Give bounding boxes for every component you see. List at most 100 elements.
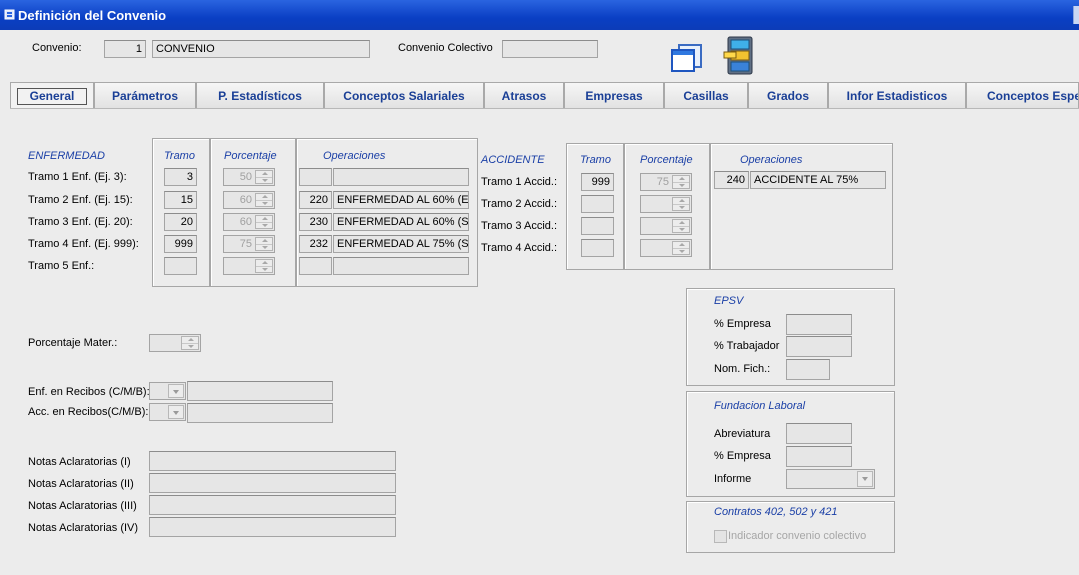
notas-field[interactable] [149, 517, 396, 537]
spinner-arrows-icon[interactable] [255, 259, 273, 273]
porcentaje-mater-spinner[interactable] [149, 334, 201, 352]
enf-tramo-field[interactable]: 20 [164, 213, 197, 231]
enf-row-label: Tramo 1 Enf. (Ej. 3): [28, 171, 127, 183]
tab-p-estadisticos[interactable]: P. Estadísticos [196, 82, 324, 108]
enf-tramo-field[interactable]: 3 [164, 168, 197, 186]
enf-row-label: Tramo 3 Enf. (Ej. 20): [28, 216, 133, 228]
epsv-trabajador-label: % Trabajador [714, 340, 780, 352]
epsv-empresa-label: % Empresa [714, 318, 771, 330]
notas-field[interactable] [149, 451, 396, 471]
fundacion-abrev-label: Abreviatura [714, 428, 771, 440]
enf-operaciones-header: Operaciones [323, 150, 386, 162]
indicador-convenio-checkbox[interactable] [714, 530, 727, 543]
enf-op-code-field[interactable]: 220 [299, 191, 332, 209]
fundacion-informe-label: Informe [714, 473, 752, 485]
acc-op-code-field[interactable]: 240 [714, 171, 749, 189]
spinner-arrows-icon[interactable] [255, 170, 273, 184]
acc-pct-spinner[interactable]: 75 [640, 173, 692, 191]
notas-label: Notas Aclaratorias (III) [28, 500, 137, 512]
notas-field[interactable] [149, 495, 396, 515]
spinner-arrows-icon[interactable] [672, 219, 690, 233]
enf-pct-spinner[interactable]: 60 [223, 213, 275, 231]
enf-porcentaje-header: Porcentaje [224, 150, 277, 162]
acc-pct-spinner[interactable] [640, 239, 692, 257]
spinner-arrows-icon[interactable] [181, 336, 199, 350]
enf-op-code-field[interactable] [299, 257, 332, 275]
epsv-heading: EPSV [714, 295, 744, 307]
enf-op-desc-field[interactable]: ENFERMEDAD AL 75% (S.S [333, 235, 469, 253]
fundacion-empresa-field[interactable] [786, 446, 852, 467]
tab-grados[interactable]: Grados [748, 82, 828, 108]
filing-cabinet-icon[interactable] [722, 34, 758, 76]
tab-general[interactable]: General [10, 82, 94, 108]
chevron-down-icon[interactable] [857, 471, 873, 487]
epsv-fich-field[interactable] [786, 359, 830, 380]
enf-recibos-desc-field[interactable] [187, 381, 333, 401]
enf-op-code-field[interactable]: 230 [299, 213, 332, 231]
acc-recibos-combo[interactable] [149, 403, 186, 421]
window-control[interactable] [1073, 6, 1079, 24]
convenio-number-field[interactable]: 1 [104, 40, 146, 58]
enfermedad-heading: ENFERMEDAD [28, 150, 106, 162]
convenio-name-field[interactable]: CONVENIO [152, 40, 370, 58]
enf-recibos-combo[interactable] [149, 382, 186, 400]
tab-atrasos[interactable]: Atrasos [484, 82, 564, 108]
fundacion-abrev-field[interactable] [786, 423, 852, 444]
spinner-arrows-icon[interactable] [255, 237, 273, 251]
fundacion-informe-combo[interactable] [786, 469, 875, 489]
spinner-arrows-icon[interactable] [255, 215, 273, 229]
acc-tramo-field[interactable]: 999 [581, 173, 614, 191]
contratos-heading: Contratos 402, 502 y 421 [714, 506, 838, 518]
convenio-label: Convenio: [32, 42, 82, 54]
spinner-arrows-icon[interactable] [672, 241, 690, 255]
chevron-down-icon[interactable] [168, 384, 184, 398]
tab-infor-estadisticos[interactable]: Infor Estadisticos [828, 82, 966, 108]
enf-pct-spinner[interactable] [223, 257, 275, 275]
tab-conceptos-salariales[interactable]: Conceptos Salariales [324, 82, 484, 108]
acc-pct-spinner[interactable] [640, 195, 692, 213]
enf-tramo-field[interactable]: 999 [164, 235, 197, 253]
enf-tramo-field[interactable] [164, 257, 197, 275]
acc-operaciones-header: Operaciones [740, 154, 803, 166]
tab-panel-border [10, 108, 1079, 109]
epsv-empresa-field[interactable] [786, 314, 852, 335]
enf-op-code-field[interactable]: 232 [299, 235, 332, 253]
notas-label: Notas Aclaratorias (IV) [28, 522, 139, 534]
notas-field[interactable] [149, 473, 396, 493]
enf-row-label: Tramo 4 Enf. (Ej. 999): [28, 238, 139, 250]
enf-pct-spinner[interactable]: 75 [223, 235, 275, 253]
accidente-heading: ACCIDENTE [481, 154, 545, 166]
enf-op-desc-field[interactable] [333, 168, 469, 186]
window-copy-icon[interactable] [670, 44, 704, 72]
enf-pct-spinner[interactable]: 50 [223, 168, 275, 186]
acc-recibos-desc-field[interactable] [187, 403, 333, 423]
fundacion-heading: Fundacion Laboral [714, 400, 806, 412]
notas-label: Notas Aclaratorias (II) [28, 478, 134, 490]
enf-op-desc-field[interactable]: ENFERMEDAD AL 60% (EMF [333, 191, 469, 209]
acc-tramo-field[interactable] [581, 195, 614, 213]
enf-op-code-field[interactable] [299, 168, 332, 186]
tab-casillas[interactable]: Casillas [664, 82, 748, 108]
acc-pct-spinner[interactable] [640, 217, 692, 235]
convenio-colectivo-field[interactable] [502, 40, 598, 58]
enf-pct-spinner[interactable]: 60 [223, 191, 275, 209]
spinner-arrows-icon[interactable] [255, 193, 273, 207]
epsv-trabajador-field[interactable] [786, 336, 852, 357]
notas-label: Notas Aclaratorias (I) [28, 456, 131, 468]
acc-tramo-field[interactable] [581, 217, 614, 235]
spinner-arrows-icon[interactable] [672, 175, 690, 189]
tab-strip: General Parámetros P. Estadísticos Conce… [10, 82, 1079, 108]
acc-tramo-field[interactable] [581, 239, 614, 257]
acc-op-desc-field[interactable]: ACCIDENTE AL 75% [750, 171, 886, 189]
tab-conceptos-espe[interactable]: Conceptos Espe [966, 82, 1079, 108]
enf-tramo-field[interactable]: 15 [164, 191, 197, 209]
spinner-arrows-icon[interactable] [672, 197, 690, 211]
acc-row-label: Tramo 2 Accid.: [481, 198, 558, 210]
app-icon [4, 9, 15, 20]
chevron-down-icon[interactable] [168, 405, 184, 419]
enf-op-desc-field[interactable] [333, 257, 469, 275]
tab-empresas[interactable]: Empresas [564, 82, 664, 108]
enf-op-desc-field[interactable]: ENFERMEDAD AL 60% (S.S [333, 213, 469, 231]
fundacion-empresa-label: % Empresa [714, 450, 771, 462]
tab-parametros[interactable]: Parámetros [94, 82, 196, 108]
